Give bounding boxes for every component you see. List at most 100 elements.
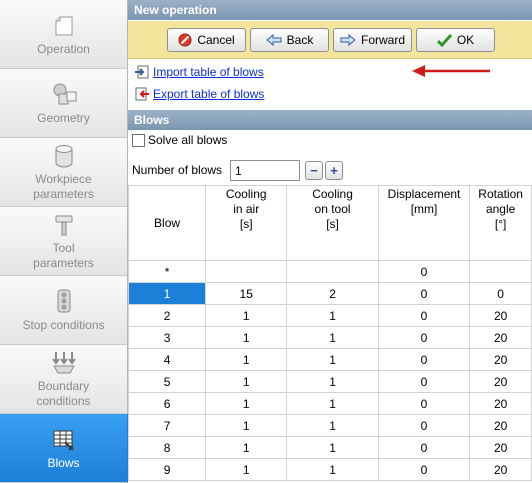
traffic-light-icon — [49, 288, 79, 316]
cell-cooling-tool[interactable]: 1 — [286, 436, 379, 459]
cell-displacement[interactable]: 0 — [377, 282, 471, 305]
sidebar-item-geometry[interactable]: Geometry — [0, 69, 128, 138]
increment-button[interactable]: + — [325, 161, 343, 180]
table-row[interactable]: 9 1 1 0 20 — [127, 458, 532, 481]
new-row[interactable]: * 0 — [127, 260, 532, 283]
cell-cooling-air[interactable]: 15 — [205, 282, 288, 305]
cell-blow[interactable]: 9 — [127, 458, 207, 481]
sidebar-item-stop-conditions[interactable]: Stop conditions — [0, 276, 128, 345]
import-icon — [135, 65, 149, 79]
sidebar: Operation Geometry Workpiece parameters … — [0, 0, 128, 483]
table-icon — [49, 426, 79, 454]
cell-rotation[interactable]: 20 — [469, 436, 532, 459]
back-button-label: Back — [286, 33, 314, 47]
cell-displacement[interactable]: 0 — [377, 304, 471, 327]
sidebar-item-label: Stop conditions — [22, 317, 105, 332]
cell-cooling-air[interactable]: 1 — [205, 392, 288, 415]
cell-cooling-tool[interactable]: 1 — [286, 348, 379, 371]
ok-button[interactable]: OK — [416, 28, 495, 52]
table-row[interactable]: 4 1 1 0 20 — [127, 348, 532, 371]
cell-cooling-air[interactable]: 1 — [205, 304, 288, 327]
table-row[interactable]: 6 1 1 0 20 — [127, 392, 532, 415]
cell-cooling-air[interactable]: 1 — [205, 370, 288, 393]
cell-cooling-air[interactable] — [205, 260, 288, 283]
cell-displacement[interactable]: 0 — [377, 260, 471, 283]
hammer-icon — [49, 211, 79, 239]
cell-rotation[interactable]: 20 — [469, 414, 532, 437]
cell-cooling-tool[interactable]: 2 — [286, 282, 379, 305]
cancel-button[interactable]: Cancel — [167, 28, 246, 52]
cylinder-icon — [49, 142, 79, 170]
solve-all-checkbox[interactable] — [132, 133, 145, 147]
cell-rotation[interactable]: 20 — [469, 326, 532, 349]
cell-cooling-tool[interactable]: 1 — [286, 392, 379, 415]
cell-cooling-air[interactable]: 1 — [205, 348, 288, 371]
sidebar-item-tool-parameters[interactable]: Tool parameters — [0, 207, 128, 276]
cell-rotation[interactable] — [469, 260, 532, 283]
number-of-blows-input[interactable] — [230, 160, 300, 181]
table-row[interactable]: 1 15 2 0 0 — [127, 282, 532, 305]
cell-displacement[interactable]: 0 — [377, 392, 471, 415]
sidebar-item-label: Blows — [47, 455, 80, 470]
cell-rotation[interactable]: 0 — [469, 282, 532, 305]
column-header-rotation: Rotation angle [°] — [469, 185, 532, 261]
table-row[interactable]: 7 1 1 0 20 — [127, 414, 532, 437]
cell-cooling-tool[interactable]: 1 — [286, 304, 379, 327]
sidebar-item-label: Workpiece parameters — [33, 172, 94, 201]
cell-rotation[interactable]: 20 — [469, 370, 532, 393]
table-row[interactable]: 2 1 1 0 20 — [127, 304, 532, 327]
cell-rotation[interactable]: 20 — [469, 458, 532, 481]
cell-rotation[interactable]: 20 — [469, 348, 532, 371]
ok-button-label: OK — [456, 33, 475, 47]
column-header-cooling-tool: Cooling on tool [s] — [286, 185, 379, 261]
cell-cooling-air[interactable]: 1 — [205, 436, 288, 459]
decrement-button[interactable]: − — [305, 161, 323, 180]
sidebar-item-workpiece-parameters[interactable]: Workpiece parameters — [0, 138, 128, 207]
cell-blow[interactable]: * — [127, 260, 207, 283]
forward-arrow-icon — [340, 34, 356, 46]
document-icon — [49, 12, 79, 40]
cell-rotation[interactable]: 20 — [469, 304, 532, 327]
cell-cooling-tool[interactable]: 1 — [286, 414, 379, 437]
back-button[interactable]: Back — [250, 28, 329, 52]
cell-cooling-air[interactable]: 1 — [205, 414, 288, 437]
table-row[interactable]: 5 1 1 0 20 — [127, 370, 532, 393]
cell-blow[interactable]: 2 — [127, 304, 207, 327]
cell-cooling-tool[interactable]: 1 — [286, 458, 379, 481]
cell-displacement[interactable]: 0 — [377, 436, 471, 459]
cell-displacement[interactable]: 0 — [377, 326, 471, 349]
solve-all-label: Solve all blows — [148, 133, 228, 147]
solve-all-row: Solve all blows — [132, 133, 227, 147]
sidebar-item-operation[interactable]: Operation — [0, 0, 128, 69]
cell-blow[interactable]: 4 — [127, 348, 207, 371]
cell-cooling-air[interactable]: 1 — [205, 326, 288, 349]
table-row[interactable]: 3 1 1 0 20 — [127, 326, 532, 349]
cell-blow[interactable]: 8 — [127, 436, 207, 459]
column-header-displacement: Displacement [mm] — [377, 185, 471, 261]
cancel-button-label: Cancel — [197, 33, 235, 47]
annotation-arrow-icon — [412, 65, 490, 77]
cell-cooling-tool[interactable]: 1 — [286, 370, 379, 393]
cell-displacement[interactable]: 0 — [377, 458, 471, 481]
cell-cooling-air[interactable]: 1 — [205, 458, 288, 481]
cell-displacement[interactable]: 0 — [377, 370, 471, 393]
forward-button[interactable]: Forward — [333, 28, 412, 52]
number-of-blows-label: Number of blows — [132, 163, 223, 177]
cell-displacement[interactable]: 0 — [377, 348, 471, 371]
column-header-blow: Blow — [127, 185, 207, 261]
cell-blow[interactable]: 5 — [127, 370, 207, 393]
forward-button-label: Forward — [360, 33, 405, 47]
cell-blow[interactable]: 3 — [127, 326, 207, 349]
import-table-link[interactable]: Import table of blows — [153, 65, 264, 79]
sidebar-item-boundary-conditions[interactable]: Boundary conditions — [0, 345, 128, 414]
cell-rotation[interactable]: 20 — [469, 392, 532, 415]
export-table-link[interactable]: Export table of blows — [153, 87, 264, 101]
cell-cooling-tool[interactable]: 1 — [286, 326, 379, 349]
sidebar-item-blows[interactable]: Blows — [0, 414, 128, 483]
cell-blow[interactable]: 1 — [127, 282, 207, 305]
cell-blow[interactable]: 6 — [127, 392, 207, 415]
cell-blow[interactable]: 7 — [127, 414, 207, 437]
cell-cooling-tool[interactable] — [286, 260, 379, 283]
cell-displacement[interactable]: 0 — [377, 414, 471, 437]
table-row[interactable]: 8 1 1 0 20 — [127, 436, 532, 459]
